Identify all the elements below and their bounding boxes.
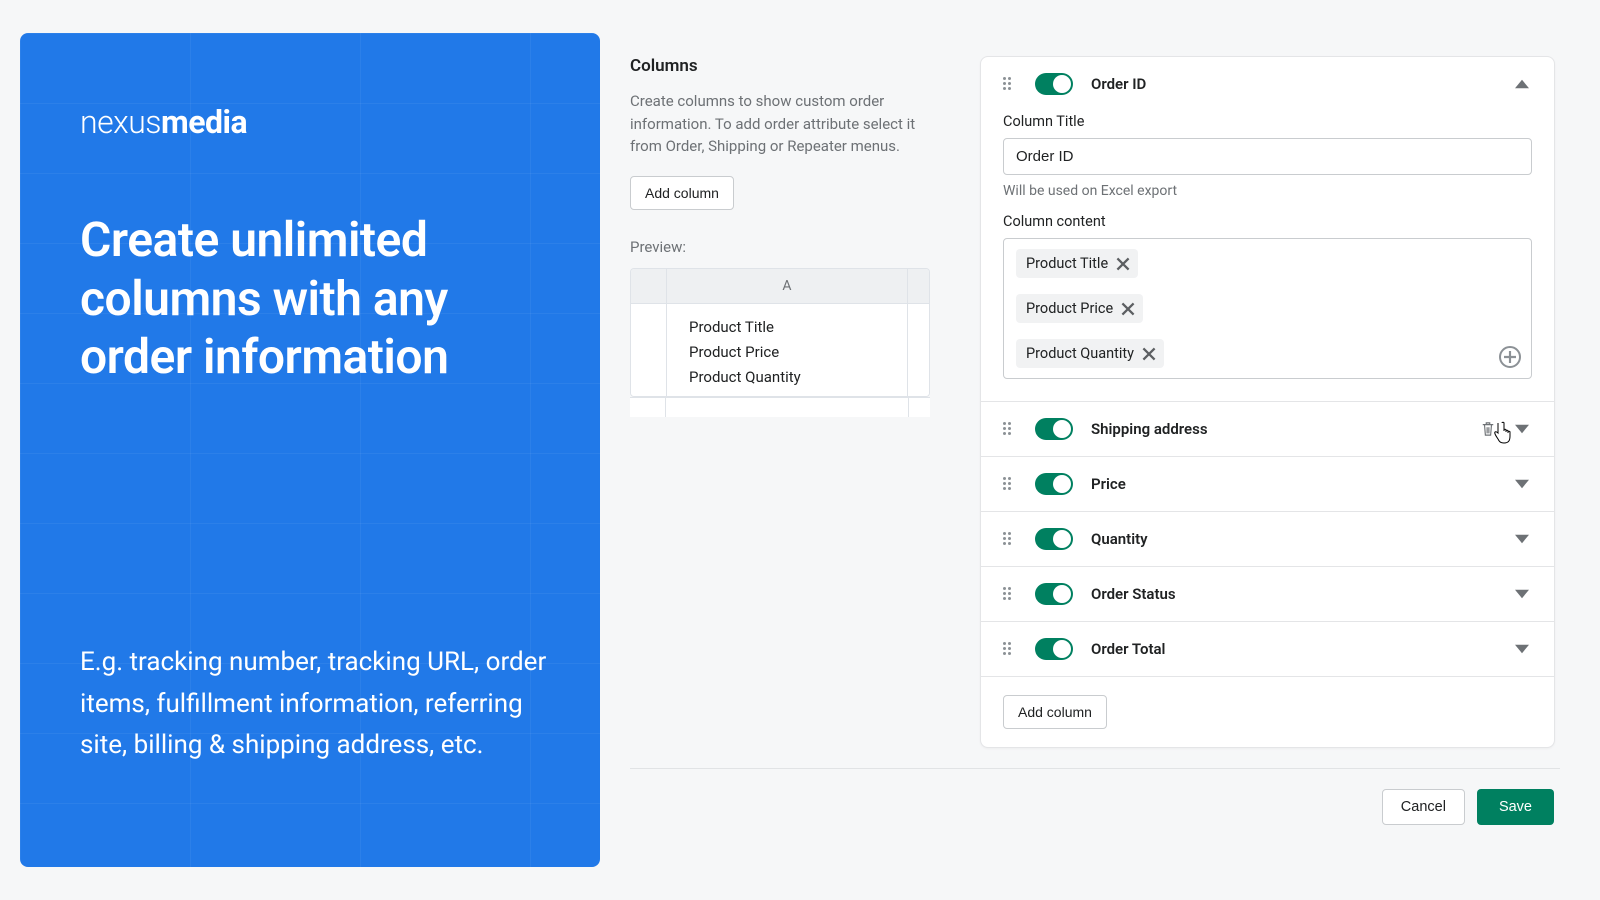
column-row-quantity[interactable]: Quantity [981,512,1554,567]
column-toggle[interactable] [1035,418,1073,440]
collapse-icon[interactable] [1512,74,1532,94]
preview-gutter-right [907,304,929,396]
preview-row: Product Quantity [689,368,885,386]
column-name: Quantity [1091,530,1512,548]
action-bar: Cancel Save [630,768,1560,825]
column-row-price[interactable]: Price [981,457,1554,512]
column-toggle[interactable] [1035,638,1073,660]
preview-header: A [667,269,907,304]
column-toggle[interactable] [1035,528,1073,550]
promo-panel: nexusmedia Create unlimited columns with… [20,33,600,867]
drag-handle-icon[interactable] [1003,587,1017,601]
column-name: Order Status [1091,585,1512,603]
preview-label: Preview: [630,238,930,256]
preview-corner-right [907,269,929,304]
brand-bold: media [161,103,247,141]
drag-handle-icon[interactable] [1003,642,1017,656]
save-button[interactable]: Save [1477,789,1554,825]
columns-description: Create columns to show custom order info… [630,90,930,158]
expand-icon[interactable] [1512,584,1532,604]
columns-sidebar: Columns Create columns to show custom or… [630,20,930,748]
editor-footer: Add column [981,677,1554,747]
content-tag: Product Title [1016,249,1138,278]
tag-label: Product Price [1026,300,1113,317]
brand-logo: nexusmedia [80,103,550,141]
add-column-button-bottom[interactable]: Add column [1003,695,1107,729]
preview-row: Product Price [689,343,885,361]
cancel-button[interactable]: Cancel [1382,789,1465,825]
expand-icon[interactable] [1512,639,1532,659]
remove-tag-icon[interactable] [1116,257,1130,271]
expand-icon[interactable] [1512,474,1532,494]
column-content-tagbox[interactable]: Product Title Product Price Product Quan… [1003,238,1532,379]
preview-row: Product Title [689,318,885,336]
columns-title: Columns [630,56,930,76]
column-editor: Order ID Column Title Will be used on Ex… [980,56,1555,748]
drag-handle-icon[interactable] [1003,77,1017,91]
column-row-order-status[interactable]: Order Status [981,567,1554,622]
remove-tag-icon[interactable] [1142,347,1156,361]
drag-handle-icon[interactable] [1003,532,1017,546]
drag-handle-icon[interactable] [1003,477,1017,491]
column-toggle[interactable] [1035,473,1073,495]
column-title-input[interactable] [1003,138,1532,175]
tag-label: Product Quantity [1026,345,1134,362]
column-row-order-total[interactable]: Order Total [981,622,1554,677]
content-tag: Product Price [1016,294,1143,323]
add-tag-icon[interactable] [1499,346,1521,368]
delete-column-icon[interactable] [1478,419,1498,439]
expand-icon[interactable] [1512,419,1532,439]
preview-corner [631,269,667,304]
preview-cell: Product Title Product Price Product Quan… [667,304,907,396]
content-tag: Product Quantity [1016,339,1164,368]
column-content-label: Column content [1003,213,1532,230]
drag-handle-icon[interactable] [1003,422,1017,436]
column-toggle[interactable] [1035,73,1073,95]
column-body: Column Title Will be used on Excel expor… [981,113,1554,402]
preview-gutter-left [631,304,667,396]
expand-icon[interactable] [1512,529,1532,549]
column-title-label: Column Title [1003,113,1532,130]
preview-table: A Product Title Product Price Product Qu… [630,268,930,417]
column-name: Order ID [1091,75,1512,93]
column-row-shipping-address[interactable]: Shipping address [981,402,1554,457]
brand-light: nexus [80,103,161,141]
app-area: Columns Create columns to show custom or… [600,0,1600,900]
column-toggle[interactable] [1035,583,1073,605]
column-title-hint: Will be used on Excel export [1003,183,1532,199]
column-row-order-id[interactable]: Order ID [981,57,1554,109]
promo-subtext: E.g. tracking number, tracking URL, orde… [80,642,550,807]
column-name: Order Total [1091,640,1512,658]
remove-tag-icon[interactable] [1121,302,1135,316]
tag-label: Product Title [1026,255,1108,272]
column-name: Shipping address [1091,420,1478,438]
column-name: Price [1091,475,1512,493]
add-column-button[interactable]: Add column [630,176,734,210]
promo-headline: Create unlimited columns with any order … [80,211,550,387]
